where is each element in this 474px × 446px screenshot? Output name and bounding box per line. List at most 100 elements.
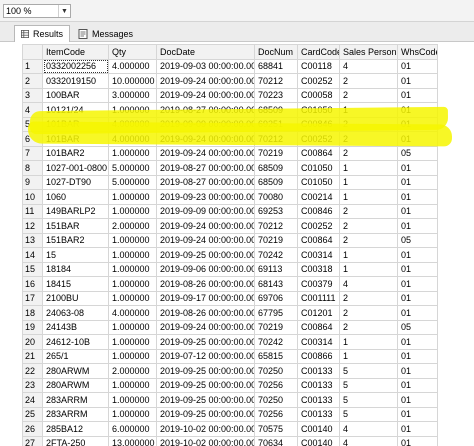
table-cell[interactable]: C00318	[297, 261, 340, 277]
table-cell[interactable]: 0332002256	[42, 58, 109, 74]
table-row[interactable]: 14 15 1.000000 2019-09-25 00:00:00.000 70242…	[22, 247, 438, 263]
table-cell[interactable]: 2019-09-24 00:00:00.000	[156, 319, 255, 335]
row-number[interactable]: 14	[22, 247, 43, 263]
table-cell[interactable]: 1.000000	[108, 261, 157, 277]
table-cell[interactable]: 2019-08-26 00:00:00.000	[156, 305, 255, 321]
table-cell[interactable]: 2	[339, 116, 398, 132]
table-cell[interactable]: 01	[397, 116, 438, 132]
table-cell[interactable]: 01	[397, 174, 438, 190]
table-cell[interactable]: 01	[397, 435, 438, 446]
table-cell[interactable]: 01	[397, 73, 438, 89]
table-cell[interactable]: 24612-10B	[42, 334, 109, 350]
table-row[interactable]: 18 24063-08 4.000000 2019-08-26 00:00:00.00…	[22, 305, 438, 321]
table-cell[interactable]: 149BARLP2	[42, 203, 109, 219]
row-number[interactable]: 25	[22, 406, 43, 422]
table-cell[interactable]: 01	[397, 334, 438, 350]
table-cell[interactable]: 68509	[254, 102, 298, 118]
table-cell[interactable]: 01	[397, 218, 438, 234]
table-cell[interactable]: 2019-08-26 00:00:00.000	[156, 276, 255, 292]
table-cell[interactable]: 01	[397, 290, 438, 306]
table-cell[interactable]: 5	[339, 377, 398, 393]
table-cell[interactable]: C01050	[297, 174, 340, 190]
table-cell[interactable]: 2019-09-25 00:00:00.000	[156, 392, 255, 408]
table-cell[interactable]: 1.000000	[108, 334, 157, 350]
table-cell[interactable]: C00379	[297, 276, 340, 292]
table-row[interactable]: 23 280ARWM 1.000000 2019-09-25 00:00:00.000…	[22, 377, 438, 393]
table-cell[interactable]: 01	[397, 131, 438, 147]
table-cell[interactable]: 70219	[254, 319, 298, 335]
table-row[interactable]: 24 283ARRM 1.000000 2019-09-25 00:00:00.000…	[22, 392, 438, 408]
table-row[interactable]: 7 101BAR2 1.000000 2019-09-24 00:00:00.000 7…	[22, 145, 438, 161]
table-cell[interactable]: C00846	[297, 203, 340, 219]
row-number[interactable]: 15	[22, 261, 43, 277]
table-cell[interactable]: C00058	[297, 87, 340, 103]
table-cell[interactable]: 1.000000	[108, 319, 157, 335]
table-cell[interactable]: 2019-09-17 00:00:00.000	[156, 290, 255, 306]
table-cell[interactable]: 2019-08-27 00:00:00.000	[156, 174, 255, 190]
table-cell[interactable]: C00864	[297, 232, 340, 248]
table-cell[interactable]: 1	[339, 247, 398, 263]
table-cell[interactable]: 70212	[254, 131, 298, 147]
table-cell[interactable]: 1060	[42, 189, 109, 205]
table-cell[interactable]: C00133	[297, 406, 340, 422]
table-cell[interactable]: 1.000000	[108, 102, 157, 118]
row-number[interactable]: 2	[22, 73, 43, 89]
table-cell[interactable]: 101BAR	[42, 116, 109, 132]
table-cell[interactable]: 2	[339, 145, 398, 161]
table-cell[interactable]: 1	[339, 334, 398, 350]
table-row[interactable]: 26 285BA12 6.000000 2019-10-02 00:00:00.000…	[22, 421, 438, 437]
column-header[interactable]: CardCode	[297, 44, 340, 60]
table-cell[interactable]: C00314	[297, 334, 340, 350]
column-header[interactable]: WhsCode	[397, 44, 438, 60]
table-cell[interactable]: 18415	[42, 276, 109, 292]
table-row[interactable]: 9 1027-DT90 5.000000 2019-08-27 00:00:00.00…	[22, 174, 438, 190]
table-cell[interactable]: 01	[397, 58, 438, 74]
table-cell[interactable]: 1	[339, 174, 398, 190]
table-cell[interactable]: C00866	[297, 348, 340, 364]
column-header[interactable]: Sales Person	[339, 44, 398, 60]
table-cell[interactable]: 69253	[254, 203, 298, 219]
table-cell[interactable]: C00140	[297, 435, 340, 446]
table-cell[interactable]: 100BAR	[42, 87, 109, 103]
row-number[interactable]: 23	[22, 377, 43, 393]
table-cell[interactable]: 1.000000	[108, 247, 157, 263]
table-cell[interactable]: 2019-09-25 00:00:00.000	[156, 377, 255, 393]
table-row[interactable]: 21 265/1 1.000000 2019-07-12 00:00:00.000 65…	[22, 348, 438, 364]
table-cell[interactable]: 0332019150	[42, 73, 109, 89]
table-cell[interactable]: 2019-09-25 00:00:00.000	[156, 247, 255, 263]
table-cell[interactable]: 05	[397, 145, 438, 161]
table-cell[interactable]: 280ARWM	[42, 377, 109, 393]
row-number[interactable]: 13	[22, 232, 43, 248]
table-cell[interactable]: 70575	[254, 421, 298, 437]
table-cell[interactable]: C00864	[297, 319, 340, 335]
table-cell[interactable]: 2019-09-25 00:00:00.000	[156, 363, 255, 379]
table-cell[interactable]: 01	[397, 363, 438, 379]
table-cell[interactable]: 2019-09-24 00:00:00.000	[156, 145, 255, 161]
table-row[interactable]: 25 283ARRM 1.000000 2019-09-25 00:00:00.000…	[22, 406, 438, 422]
table-cell[interactable]: 4.000000	[108, 116, 157, 132]
table-row[interactable]: 8 1027-001-0800 5.000000 2019-08-27 00:00:0…	[22, 160, 438, 176]
table-cell[interactable]: 2	[339, 319, 398, 335]
table-cell[interactable]: C01050	[297, 160, 340, 176]
table-cell[interactable]: 1.000000	[108, 276, 157, 292]
table-cell[interactable]: 01	[397, 203, 438, 219]
table-cell[interactable]: 01	[397, 421, 438, 437]
row-number[interactable]: 8	[22, 160, 43, 176]
table-cell[interactable]: 2	[339, 73, 398, 89]
row-number[interactable]: 27	[22, 435, 43, 446]
table-row[interactable]: 5 101BAR 4.000000 2019-09-09 00:00:00.000 69…	[22, 116, 438, 132]
table-cell[interactable]: 2	[339, 131, 398, 147]
table-cell[interactable]: 1027-001-0800	[42, 160, 109, 176]
table-cell[interactable]: 1.000000	[108, 189, 157, 205]
table-cell[interactable]: 2019-09-24 00:00:00.000	[156, 87, 255, 103]
table-cell[interactable]: 1.000000	[108, 145, 157, 161]
table-cell[interactable]: 68841	[254, 58, 298, 74]
table-cell[interactable]: 1.000000	[108, 290, 157, 306]
table-cell[interactable]: 4.000000	[108, 131, 157, 147]
table-cell[interactable]: 1.000000	[108, 392, 157, 408]
table-row[interactable]: 6 101BAR 4.000000 2019-09-24 00:00:00.000 70…	[22, 131, 438, 147]
table-cell[interactable]: 4	[339, 421, 398, 437]
table-cell[interactable]: 283ARRM	[42, 392, 109, 408]
table-cell[interactable]: C00252	[297, 73, 340, 89]
table-cell[interactable]: 70242	[254, 334, 298, 350]
